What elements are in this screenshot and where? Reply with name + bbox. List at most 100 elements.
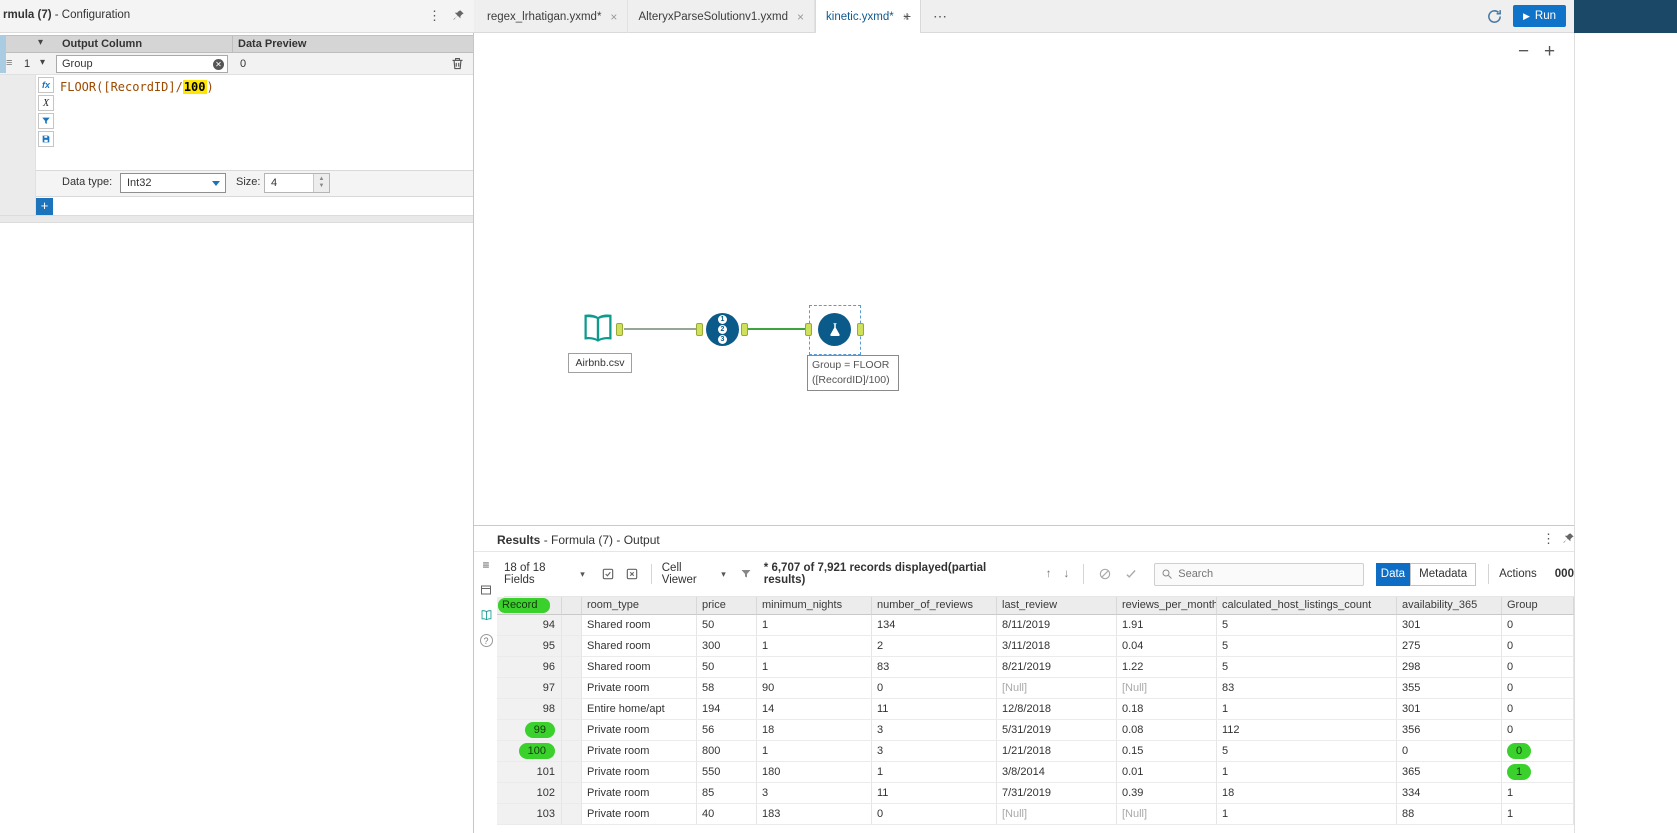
table-row[interactable]: 100 Private room 800 1 3 1/21/2018 0.15 5 0 0 <box>497 741 1574 762</box>
chevron-down-icon[interactable]: ▾ <box>721 569 726 580</box>
data-book-icon[interactable] <box>479 608 493 622</box>
table-row[interactable]: 97 Private room 58 90 0 [Null] [Null] 83 355 0 <box>497 678 1574 699</box>
table-cell[interactable]: 800 <box>697 741 757 762</box>
table-cell[interactable]: 5 <box>1217 636 1397 657</box>
scroll-up-icon[interactable]: ↑ <box>1046 568 1052 580</box>
table-cell[interactable]: 94 <box>497 615 562 636</box>
tab-close-icon[interactable]: × <box>797 10 804 24</box>
table-cell[interactable]: 0 <box>1502 678 1574 699</box>
table-cell[interactable] <box>562 720 582 741</box>
table-cell[interactable]: 1 <box>757 636 872 657</box>
results-pin-icon[interactable] <box>1562 532 1575 545</box>
output-anchor[interactable] <box>741 323 748 336</box>
column-header[interactable]: room_type <box>582 597 697 615</box>
connection-input-recordid[interactable] <box>624 328 696 330</box>
table-cell[interactable]: 0 <box>1502 720 1574 741</box>
table-cell[interactable]: 0 <box>1502 699 1574 720</box>
table-cell[interactable]: 1 <box>872 762 997 783</box>
tab-AlteryxParseSolutionv1-yxmd[interactable]: AlteryxParseSolutionv1.yxmd × <box>628 0 816 33</box>
table-cell[interactable]: 1 <box>1217 804 1397 825</box>
deselect-fields-icon[interactable] <box>625 567 639 581</box>
table-cell[interactable]: Private room <box>582 762 697 783</box>
run-button[interactable]: ▶ Run <box>1512 5 1566 27</box>
table-cell[interactable]: 0.15 <box>1117 741 1217 762</box>
table-cell[interactable]: Shared room <box>582 657 697 678</box>
table-cell[interactable]: 96 <box>497 657 562 678</box>
datatype-dropdown[interactable]: Int32 <box>120 173 226 193</box>
actions-label[interactable]: Actions <box>1499 568 1537 580</box>
column-header[interactable] <box>562 597 582 615</box>
table-cell[interactable]: Entire home/apt <box>582 699 697 720</box>
table-cell[interactable] <box>562 678 582 699</box>
table-cell[interactable]: 0.01 <box>1117 762 1217 783</box>
table-cell[interactable]: 56 <box>697 720 757 741</box>
drag-handle-icon[interactable]: ≡ <box>6 57 12 69</box>
table-cell[interactable]: 1 <box>1217 762 1397 783</box>
table-cell[interactable]: 50 <box>697 657 757 678</box>
table-cell[interactable]: 40 <box>697 804 757 825</box>
table-cell[interactable]: 95 <box>497 636 562 657</box>
table-cell[interactable] <box>562 657 582 678</box>
table-cell[interactable] <box>562 741 582 762</box>
cancel-icon[interactable] <box>1098 567 1112 581</box>
table-cell[interactable]: 1 <box>1217 699 1397 720</box>
table-cell[interactable]: 11 <box>872 783 997 804</box>
table-cell[interactable]: 18 <box>1217 783 1397 804</box>
column-header[interactable]: calculated_host_listings_count <box>1217 597 1397 615</box>
table-cell[interactable]: 550 <box>697 762 757 783</box>
table-cell[interactable]: 2 <box>872 636 997 657</box>
table-cell[interactable]: 50 <box>697 615 757 636</box>
table-cell[interactable]: Shared room <box>582 615 697 636</box>
table-cell[interactable]: 3 <box>872 741 997 762</box>
zoom-in-button[interactable]: + <box>1544 41 1555 63</box>
select-fields-icon[interactable] <box>601 567 615 581</box>
tab-overflow-button[interactable]: ⋯ <box>924 8 956 25</box>
table-row[interactable]: 103 Private room 40 183 0 [Null] [Null] 1 88 1 <box>497 804 1574 825</box>
column-header[interactable]: number_of_reviews <box>872 597 997 615</box>
filter-functions-icon[interactable] <box>38 113 54 129</box>
fields-summary[interactable]: 18 of 18 Fields <box>504 562 576 586</box>
table-cell[interactable]: 300 <box>697 636 757 657</box>
table-cell[interactable]: [Null] <box>997 804 1117 825</box>
table-cell[interactable]: 334 <box>1397 783 1502 804</box>
table-cell[interactable]: Shared room <box>582 636 697 657</box>
table-cell[interactable]: 1.22 <box>1117 657 1217 678</box>
config-pin-icon[interactable] <box>452 9 465 22</box>
table-row[interactable]: 94 Shared room 50 1 134 8/11/2019 1.91 5 301 0 <box>497 615 1574 636</box>
input-tool-label[interactable]: Airbnb.csv <box>568 353 632 373</box>
table-row[interactable]: 96 Shared room 50 1 83 8/21/2019 1.22 5 298 0 <box>497 657 1574 678</box>
table-cell[interactable]: 112 <box>1217 720 1397 741</box>
table-cell[interactable]: 3 <box>872 720 997 741</box>
table-cell[interactable]: 0 <box>872 678 997 699</box>
chevron-down-icon[interactable]: ▾ <box>580 569 585 580</box>
table-cell[interactable]: 58 <box>697 678 757 699</box>
table-cell[interactable]: Private room <box>582 678 697 699</box>
table-cell[interactable]: 12/8/2018 <box>997 699 1117 720</box>
table-cell[interactable]: 97 <box>497 678 562 699</box>
table-cell[interactable]: 1 <box>757 657 872 678</box>
table-row[interactable]: 95 Shared room 300 1 2 3/11/2018 0.04 5 275 0 <box>497 636 1574 657</box>
variables-icon[interactable]: X <box>38 95 54 111</box>
chevron-down-icon[interactable]: ▾ <box>40 57 45 68</box>
table-cell[interactable]: 0 <box>1502 636 1574 657</box>
table-cell[interactable]: 85 <box>697 783 757 804</box>
help-icon[interactable]: ? <box>479 633 493 647</box>
output-anchor[interactable] <box>616 323 623 336</box>
table-cell[interactable] <box>562 762 582 783</box>
table-cell[interactable]: 0.39 <box>1117 783 1217 804</box>
table-cell[interactable]: 298 <box>1397 657 1502 678</box>
column-header[interactable]: Record <box>497 597 562 615</box>
table-cell[interactable]: 18 <box>757 720 872 741</box>
connection-recordid-formula[interactable] <box>748 328 806 330</box>
table-cell[interactable]: 8/21/2019 <box>997 657 1117 678</box>
table-cell[interactable]: 365 <box>1397 762 1502 783</box>
size-input[interactable]: 4 ▲ ▼ <box>264 173 330 193</box>
table-cell[interactable]: 88 <box>1397 804 1502 825</box>
search-box[interactable] <box>1154 562 1364 586</box>
table-cell[interactable]: [Null] <box>1117 678 1217 699</box>
table-cell[interactable]: 0 <box>1502 741 1574 762</box>
apply-icon[interactable] <box>1124 567 1138 581</box>
table-cell[interactable]: 101 <box>497 762 562 783</box>
table-cell[interactable]: 5 <box>1217 615 1397 636</box>
table-cell[interactable]: Private room <box>582 741 697 762</box>
